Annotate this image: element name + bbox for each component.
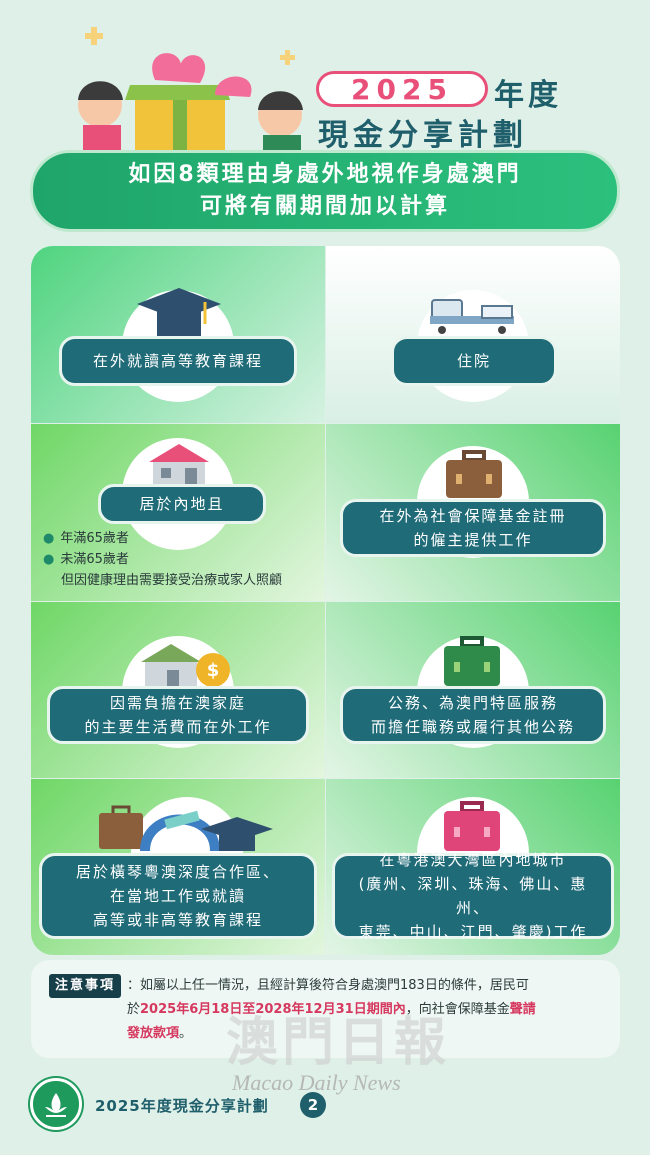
pink-briefcase-icon <box>444 801 500 851</box>
reason-card-1: 在外就讀高等教育課程 <box>31 246 325 423</box>
reason-card-2: 住院 <box>326 246 620 423</box>
lotus-icon <box>45 1093 67 1117</box>
condition-2: 未滿65歲者 <box>60 552 129 567</box>
page-title: 現金分享計劃 <box>318 118 528 153</box>
condition-1: 年滿65歲者 <box>60 531 129 546</box>
notice-text-1: ：如屬以上任一情況，且經計算後符合身處澳門183日的條件，居民可 <box>127 978 529 993</box>
reason-3-conditions: ● 年滿65歲者 ● 未滿65歲者 但因健康理由需要接受治療或家人照顧 <box>43 528 282 591</box>
reason-label-4: 在外為社會保障基金註冊 的僱主提供工作 <box>340 499 606 557</box>
year-suffix: 年度 <box>494 78 562 113</box>
hospital-bed-icon <box>430 299 514 334</box>
notice-text-2a: 於 <box>127 1002 141 1017</box>
watermark-cn: 澳門日報 <box>226 1012 451 1073</box>
macau-emblem-logo <box>30 1078 82 1130</box>
reason-5-line-1: 因需負擔在澳家庭 <box>109 694 246 712</box>
reason-7-line-3: 高等或非高等教育課程 <box>92 911 263 929</box>
reason-5-line-2: 的主要生活費而在外工作 <box>84 718 272 736</box>
house-icon <box>149 444 209 486</box>
reason-8-line-1: 在粵港澳大灣區內地城市 <box>379 851 567 869</box>
reason-6-line-2: 而擔任職務或履行其他公務 <box>370 718 575 736</box>
brown-briefcase-icon <box>446 450 502 498</box>
footer-title: 2025年度現金分享計劃 <box>95 1097 269 1115</box>
reason-card-3: 居於內地且 ● 年滿65歲者 ● 未滿65歲者 但因健康理由需要接受治療或家人照顧 <box>31 424 325 601</box>
notice-text-3: 。 <box>179 1026 193 1041</box>
reason-card-6: 公務、為澳門特區服務 而擔任職務或履行其他公務 <box>326 602 620 778</box>
reason-label-6: 公務、為澳門特區服務 而擔任職務或履行其他公務 <box>340 686 606 744</box>
reason-card-8: 在粵港澳大灣區內地城市 (廣州、深圳、珠海、佛山、惠州、 東莞、中山、江門、肇慶… <box>326 779 620 955</box>
graduation-cap-icon <box>137 288 221 338</box>
reason-7-line-2: 在當地工作或就讀 <box>109 887 246 905</box>
reason-label-1: 在外就讀高等教育課程 <box>59 336 297 386</box>
reason-label-7: 居於橫琴粵澳深度合作區、 在當地工作或就讀 高等或非高等教育課程 <box>39 853 317 939</box>
reason-8-line-2: (廣州、深圳、珠海、佛山、惠州、 <box>358 875 588 917</box>
year-pill: 2025 <box>316 71 488 107</box>
house-coin-icon: $ <box>141 644 230 688</box>
reason-card-7: 居於橫琴粵澳深度合作區、 在當地工作或就讀 高等或非高等教育課程 <box>31 779 325 955</box>
reason-label-5: 因需負擔在澳家庭 的主要生活費而在外工作 <box>47 686 309 744</box>
reason-label-8: 在粵港澳大灣區內地城市 (廣州、深圳、珠海、佛山、惠州、 東莞、中山、江門、肇慶… <box>332 851 614 941</box>
reasons-grid: 在外就讀高等教育課程 住院 居於內地且 ● 年滿65歲者 ● 未滿65歲者 但因… <box>31 246 620 955</box>
infographic-page: 2025 年度 現金分享計劃 如因8類理由身處外地視作身處澳門 可將有關期間加以… <box>0 0 650 1155</box>
banner-line-1: 如因8類理由身處外地視作身處澳門 <box>128 162 522 187</box>
banner-line-2: 可將有關期間加以計算 <box>199 194 450 219</box>
reason-card-4: 在外為社會保障基金註冊 的僱主提供工作 <box>326 424 620 601</box>
gift-box-illustration <box>78 27 303 155</box>
notice-action-2: 發放款項 <box>127 1026 180 1041</box>
reason-7-line-1: 居於橫琴粵澳深度合作區、 <box>75 863 280 881</box>
green-briefcase-icon <box>444 636 500 686</box>
reason-6-line-1: 公務、為澳門特區服務 <box>387 694 558 712</box>
reason-4-line-2: 的僱主提供工作 <box>413 531 533 549</box>
notice-tag: 注意事項 <box>49 974 122 998</box>
reason-4-line-1: 在外為社會保障基金註冊 <box>379 507 567 525</box>
reason-label-2: 住院 <box>391 336 557 386</box>
reason-8-line-3: 東莞、中山、江門、肇慶)工作 <box>358 923 588 941</box>
page-number: 2 <box>300 1092 326 1118</box>
notice-action-1: 聲請 <box>509 1002 536 1017</box>
hengqin-icons <box>99 805 273 852</box>
svg-text:$: $ <box>207 660 220 681</box>
reason-card-5: $ 因需負擔在澳家庭 的主要生活費而在外工作 <box>31 602 325 778</box>
reason-label-3: 居於內地且 <box>98 484 266 524</box>
condition-2-note: 但因健康理由需要接受治療或家人照顧 <box>61 573 283 588</box>
headline-banner: 如因8類理由身處外地視作身處澳門 可將有關期間加以計算 <box>30 150 620 232</box>
